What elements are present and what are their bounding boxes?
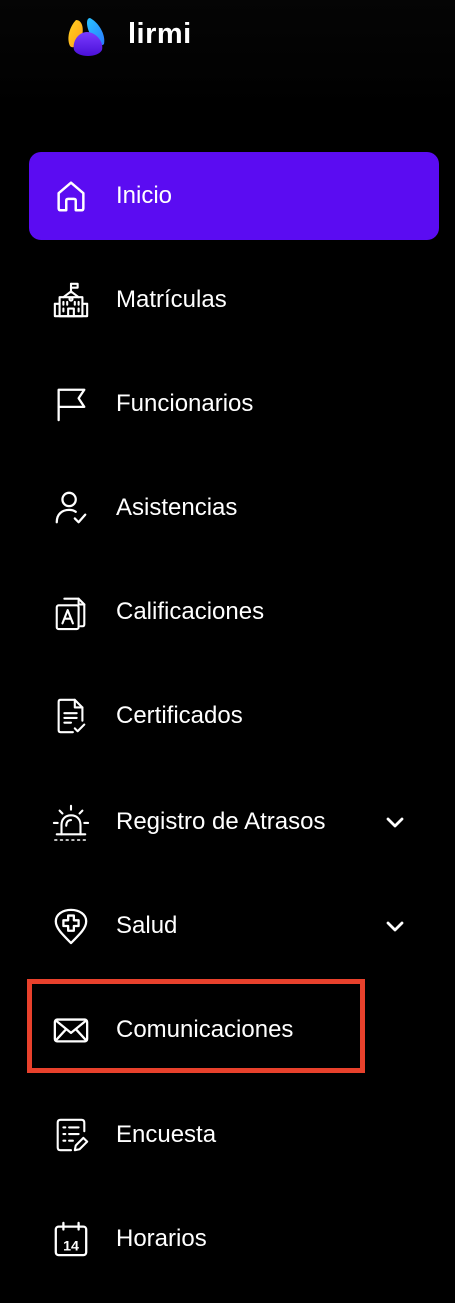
nav-label: Calificaciones xyxy=(116,598,265,625)
alarm-siren-icon xyxy=(51,802,91,842)
nav-label: Salud xyxy=(116,912,178,939)
nav-item-encuesta[interactable]: Encuesta xyxy=(29,1091,439,1179)
nav-item-salud[interactable]: Salud xyxy=(29,882,439,970)
nav-label: Inicio xyxy=(116,182,173,209)
home-icon xyxy=(51,176,91,216)
brand-name: lirmi xyxy=(128,18,192,50)
nav-label: Matrículas xyxy=(116,286,227,313)
nav-item-funcionarios[interactable]: Funcionarios xyxy=(29,360,439,448)
nav-label: Encuesta xyxy=(116,1121,217,1148)
sidebar: lirmi Inicio Matrículas Funcionarios Asi… xyxy=(0,0,455,1303)
nav-label: Certificados xyxy=(116,702,243,729)
user-check-icon xyxy=(51,488,91,528)
flag-icon xyxy=(51,384,91,424)
nav-item-inicio[interactable]: Inicio xyxy=(29,152,439,240)
nav-label: Registro de Atrasos xyxy=(116,808,326,835)
calendar-14-icon: 14 xyxy=(51,1219,91,1259)
mail-icon xyxy=(51,1010,91,1050)
nav-label: Asistencias xyxy=(116,494,238,521)
chevron-down-icon[interactable] xyxy=(383,914,407,938)
nav-label: Comunicaciones xyxy=(116,1016,294,1043)
nav-item-calificaciones[interactable]: Calificaciones xyxy=(29,568,439,656)
nav-item-asistencias[interactable]: Asistencias xyxy=(29,464,439,552)
calendar-day-number: 14 xyxy=(63,1238,79,1254)
sidebar-header: lirmi xyxy=(0,0,455,110)
lirmi-logo[interactable] xyxy=(66,16,108,60)
nav-item-comunicaciones[interactable]: Comunicaciones xyxy=(29,986,439,1074)
certificate-document-icon xyxy=(51,696,91,736)
school-building-icon xyxy=(51,280,91,320)
nav-label: Horarios xyxy=(116,1225,207,1252)
survey-icon xyxy=(51,1115,91,1155)
chevron-down-icon[interactable] xyxy=(383,810,407,834)
grade-document-icon xyxy=(51,592,91,632)
health-shield-icon xyxy=(51,906,91,946)
nav-label: Funcionarios xyxy=(116,390,254,417)
nav-item-matriculas[interactable]: Matrículas xyxy=(29,256,439,344)
nav-item-horarios[interactable]: 14 Horarios xyxy=(29,1195,439,1283)
nav-item-registro-de-atrasos[interactable]: Registro de Atrasos xyxy=(29,778,439,866)
nav-item-certificados[interactable]: Certificados xyxy=(29,672,439,760)
